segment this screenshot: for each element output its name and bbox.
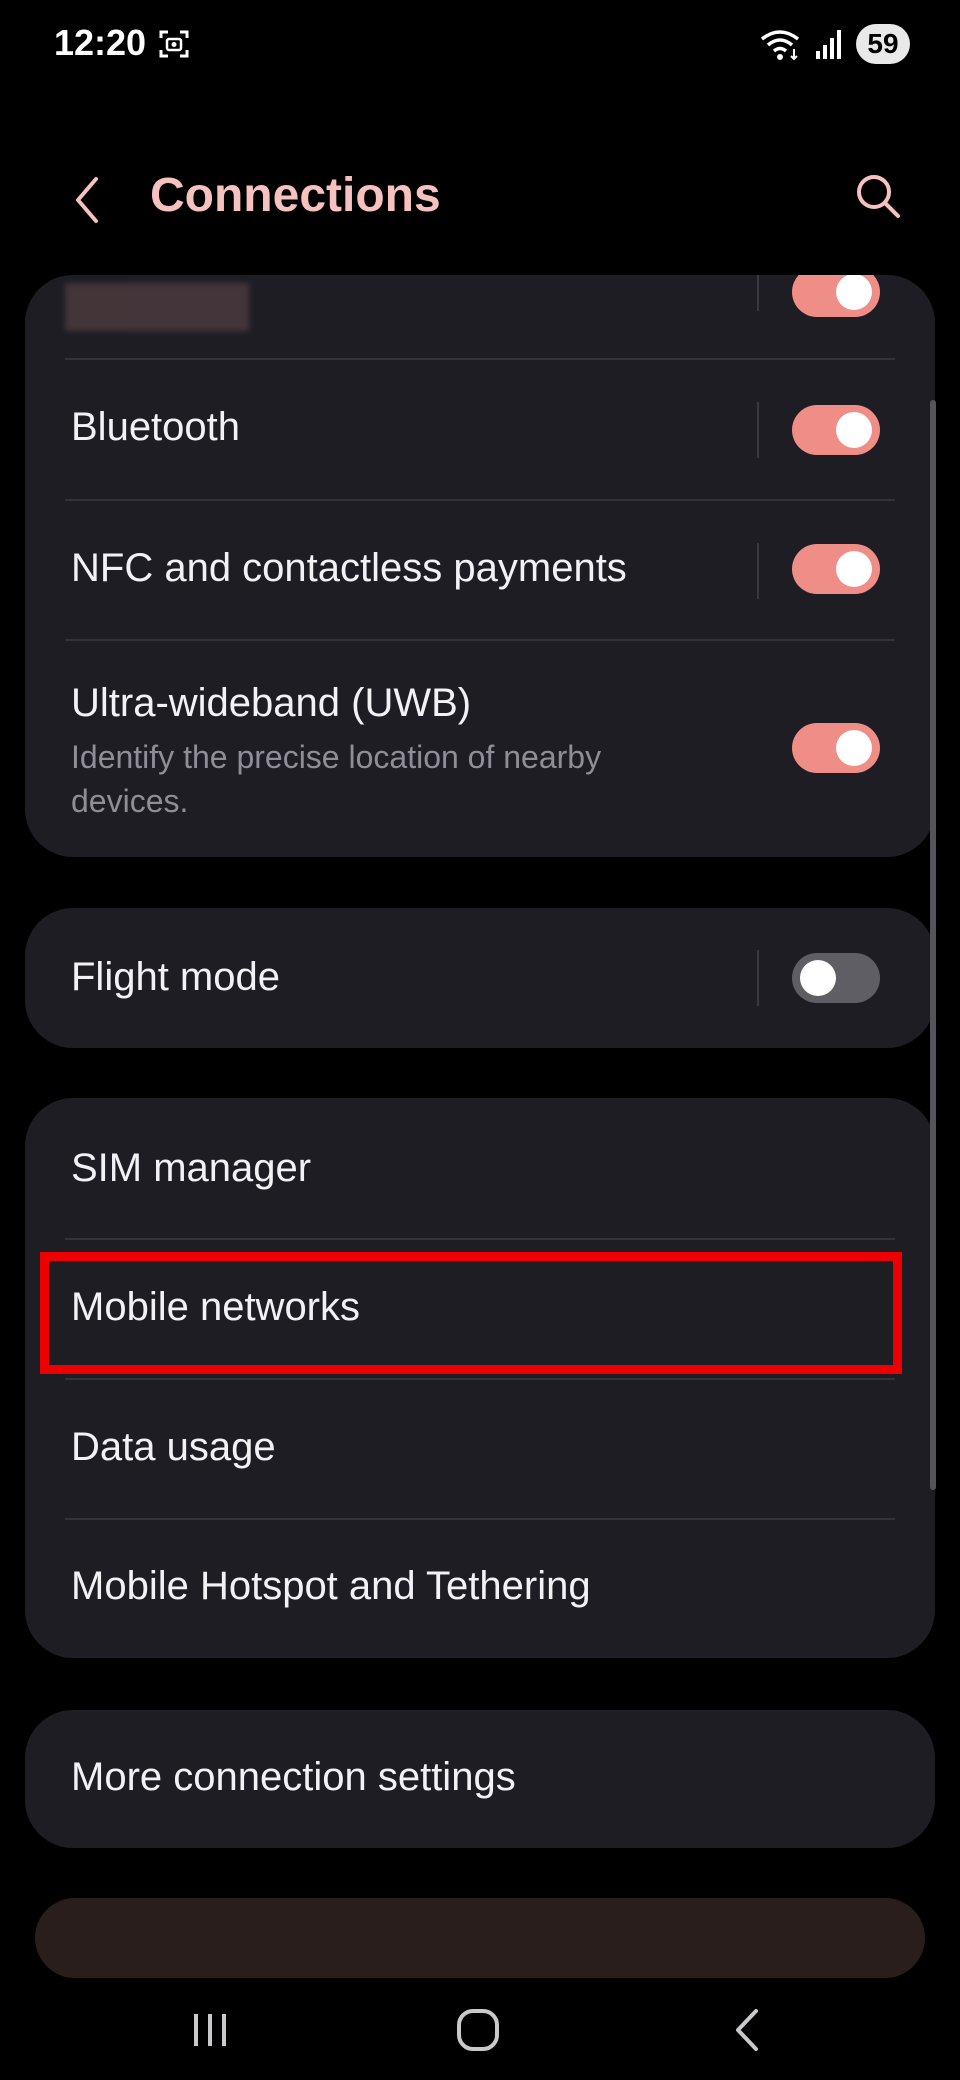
settings-row-flight-mode[interactable]: Flight mode: [25, 908, 935, 1048]
mobile-networks-label: Mobile networks: [71, 1285, 361, 1329]
settings-row-hotspot[interactable]: Mobile Hotspot and Tethering: [25, 1520, 935, 1658]
settings-group-networks: SIM manager Mobile networks Data usage M…: [25, 1098, 935, 1658]
vertical-separator: [757, 543, 759, 599]
navigation-bar: [0, 1980, 960, 2080]
signal-icon: [816, 30, 841, 59]
home-button[interactable]: [438, 1995, 518, 2065]
recents-icon: [194, 2014, 226, 2046]
flight-mode-toggle[interactable]: [792, 953, 880, 1003]
settings-group-more: More connection settings: [25, 1710, 935, 1848]
settings-row-more-connection[interactable]: More connection settings: [25, 1710, 935, 1848]
status-bar: 12:20 59: [0, 0, 960, 90]
hotspot-label: Mobile Hotspot and Tethering: [71, 1564, 591, 1608]
toggle-switch[interactable]: [792, 275, 880, 317]
toggle-knob: [836, 275, 872, 310]
settings-row-nfc[interactable]: NFC and contactless payments: [25, 501, 935, 641]
nfc-label: NFC and contactless payments: [71, 546, 627, 590]
settings-row-data-usage[interactable]: Data usage: [25, 1380, 935, 1518]
toggle-knob: [836, 551, 872, 587]
recents-button[interactable]: [170, 1995, 250, 2065]
uwb-description: Identify the precise location of nearby …: [71, 739, 602, 819]
data-usage-label: Data usage: [71, 1425, 276, 1469]
more-connection-label: More connection settings: [71, 1755, 516, 1799]
back-icon: [736, 2009, 758, 2051]
settings-group-wireless: Bluetooth NFC and contactless payments U…: [25, 275, 935, 857]
bluetooth-label: Bluetooth: [71, 405, 241, 449]
settings-row-bluetooth[interactable]: Bluetooth: [25, 360, 935, 500]
settings-row-redacted[interactable]: [25, 275, 935, 360]
back-button[interactable]: [62, 170, 112, 230]
settings-row-uwb[interactable]: Ultra-wideband (UWB) Identify the precis…: [25, 641, 935, 857]
screenshot-icon: [159, 30, 189, 58]
bluetooth-toggle[interactable]: [792, 405, 880, 455]
home-icon: [457, 2009, 499, 2051]
uwb-label: Ultra-wideband (UWB): [71, 681, 472, 725]
flight-mode-label: Flight mode: [71, 955, 280, 999]
page-title: Connections: [150, 169, 441, 222]
vertical-separator: [757, 402, 759, 458]
redacted-label: [65, 283, 249, 331]
search-button[interactable]: [848, 166, 908, 226]
toggle-knob: [836, 730, 872, 766]
settings-row-mobile-networks[interactable]: Mobile networks: [25, 1240, 935, 1378]
uwb-toggle[interactable]: [792, 723, 880, 773]
settings-group-flight: Flight mode: [25, 908, 935, 1048]
toggle-knob: [836, 412, 872, 448]
chevron-left-icon: [76, 177, 98, 223]
app-header: Connections: [0, 150, 960, 240]
settings-row-sim-manager[interactable]: SIM manager: [25, 1098, 935, 1238]
sim-manager-label: SIM manager: [71, 1146, 312, 1190]
scrollbar[interactable]: [930, 400, 936, 1490]
search-icon: [857, 175, 900, 218]
status-time: 12:20: [54, 22, 147, 63]
vertical-separator: [757, 950, 759, 1006]
next-card-peek: [35, 1898, 925, 1978]
battery-icon: 59: [856, 24, 910, 64]
toggle-knob: [800, 960, 836, 996]
wifi-icon: [760, 30, 800, 61]
vertical-separator: [757, 275, 759, 311]
nav-back-button[interactable]: [707, 1995, 787, 2065]
nfc-toggle[interactable]: [792, 544, 880, 594]
